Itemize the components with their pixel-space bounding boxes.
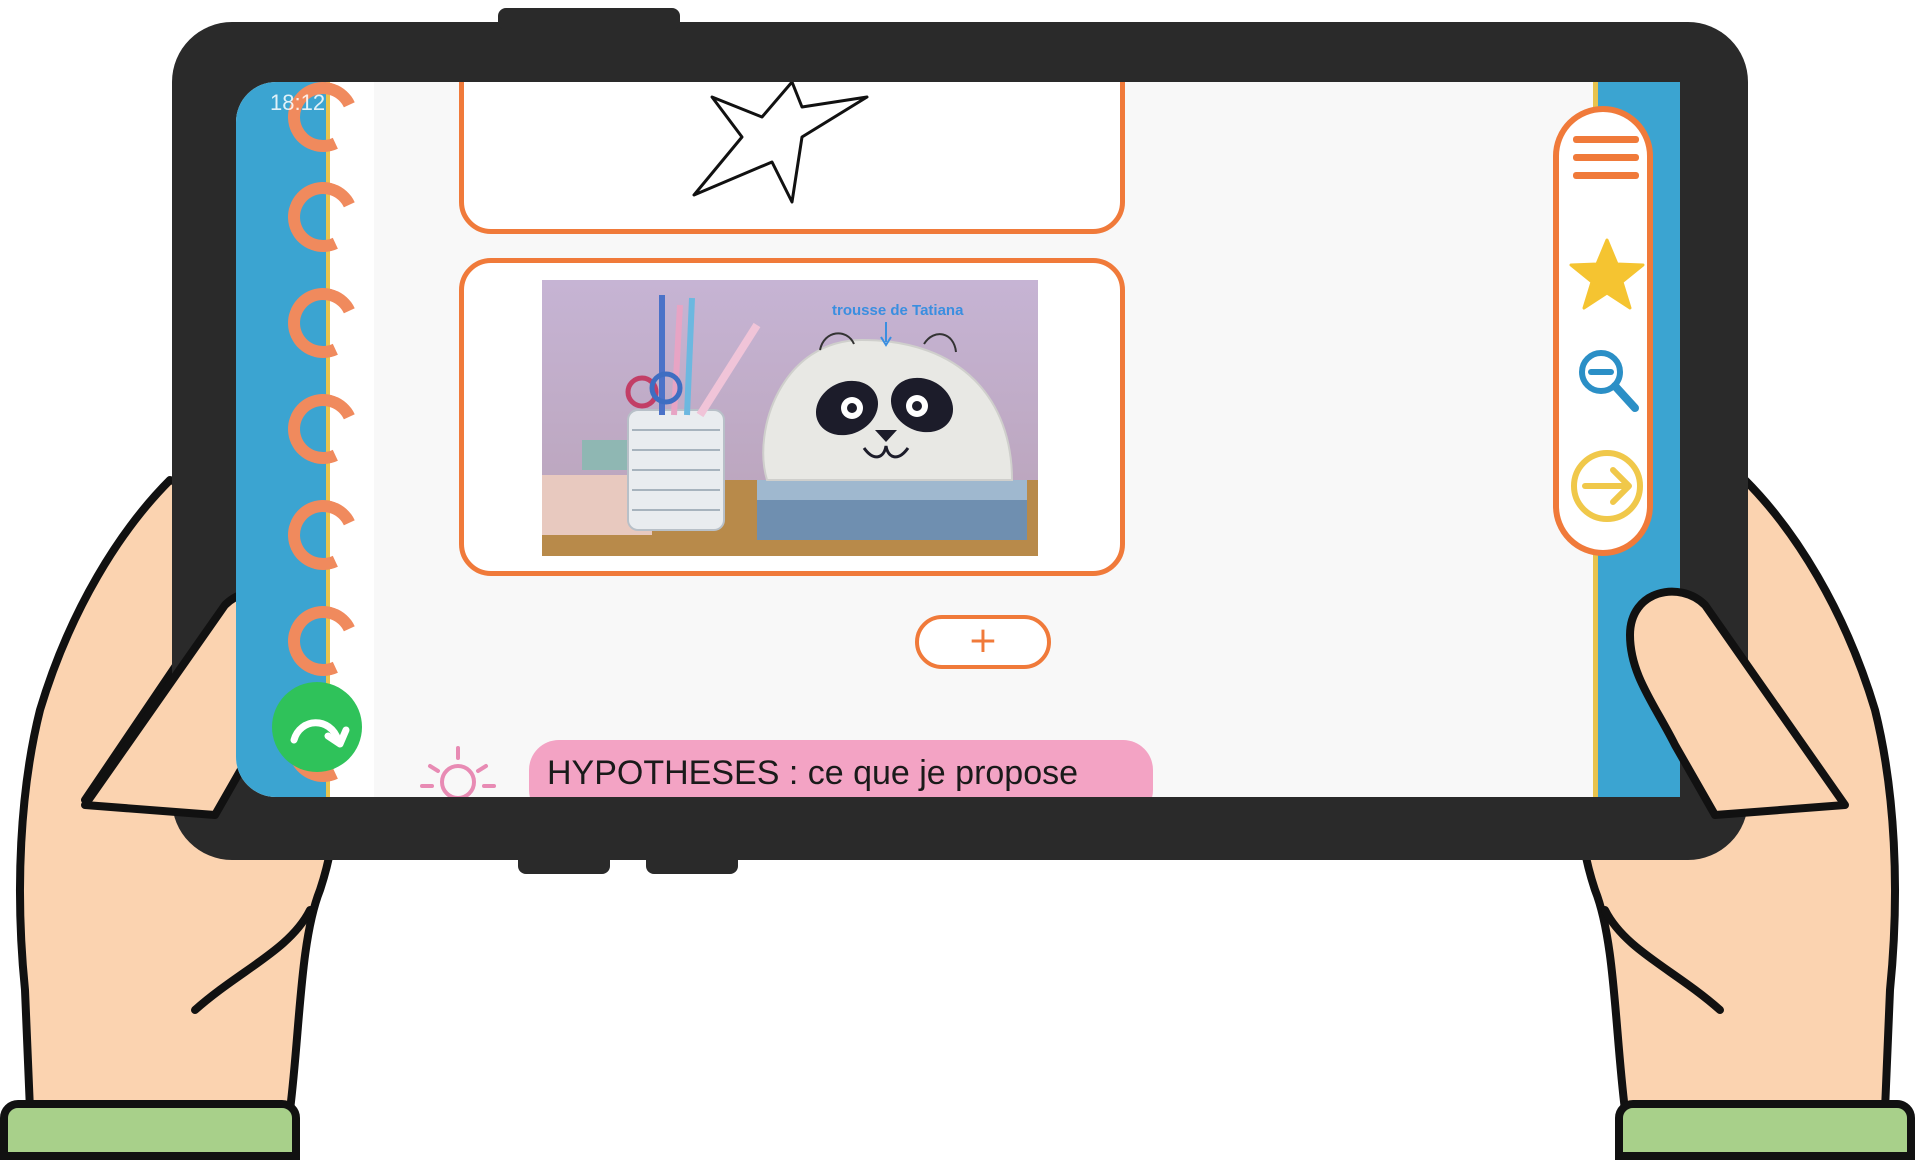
hypotheses-heading: HYPOTHESES : ce que je propose [529, 740, 1153, 797]
zoom-out-icon[interactable] [1577, 348, 1641, 414]
undo-arrow-icon [290, 719, 350, 748]
exit-arrow-icon[interactable] [1569, 448, 1645, 524]
tablet-volume-button-2 [646, 852, 738, 874]
add-button-label: + [967, 620, 999, 661]
tablet-volume-button-1 [518, 852, 610, 874]
right-sleeve [1615, 1100, 1915, 1160]
add-item-button[interactable]: + [915, 615, 1051, 669]
app-screen: 18:12 6% [236, 82, 1680, 797]
drawing-card[interactable] [459, 82, 1125, 234]
status-time: 18:12 [270, 90, 326, 115]
undo-button[interactable] [272, 682, 362, 772]
hypotheses-label: HYPOTHESES : ce que je propose [547, 754, 1079, 792]
lightbulb-icon [420, 746, 496, 797]
left-sleeve [0, 1100, 300, 1160]
star-drawing [692, 82, 869, 204]
tablet-power-button [498, 8, 680, 30]
menu-icon[interactable] [1573, 132, 1639, 186]
photo-annotation: trousse de Tatiana [832, 302, 964, 319]
star-icon[interactable] [1569, 238, 1645, 310]
right-toolbar [1553, 106, 1653, 556]
right-thumb [1626, 587, 1849, 819]
pencil-case-photo: trousse de Tatiana [542, 280, 1038, 556]
